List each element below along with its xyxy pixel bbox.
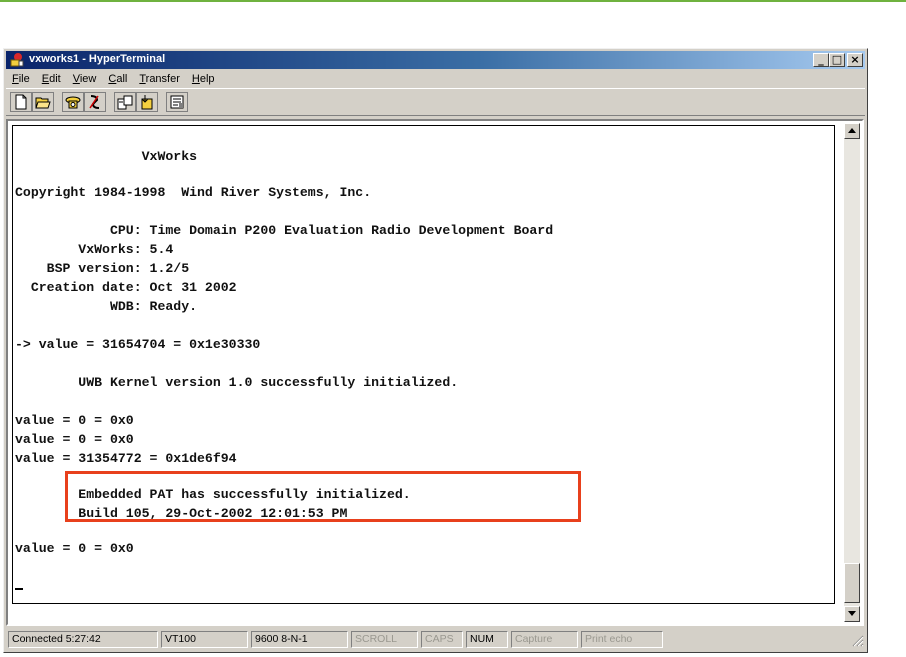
send-icon	[117, 95, 133, 110]
status-caps: CAPS	[421, 631, 463, 648]
terminal-line: -> value = 31654704 = 0x1e30330	[15, 337, 261, 352]
scroll-thumb[interactable]	[844, 563, 860, 603]
resize-grip-icon[interactable]	[852, 635, 864, 647]
menu-transfer[interactable]: Transfer	[133, 73, 186, 85]
close-button[interactable]: ×	[847, 53, 863, 67]
terminal-line: VxWorks: 5.4	[15, 242, 174, 257]
hyperterminal-app-icon	[9, 52, 25, 68]
status-bar: Connected 5:27:42 VT100 9600 8-N-1 SCROL…	[6, 629, 865, 648]
terminal-line: Creation date: Oct 31 2002	[15, 280, 237, 295]
disconnect-icon	[89, 95, 100, 109]
status-capture: Capture	[511, 631, 578, 648]
hyperterminal-window: vxworks1 - HyperTerminal _ □ × File Edit…	[3, 48, 868, 653]
window-title: vxworks1 - HyperTerminal	[29, 53, 166, 65]
status-print-echo: Print echo	[581, 631, 663, 648]
terminal-frame: VxWorks Copyright 1984-1998 Wind River S…	[6, 119, 864, 626]
maximize-button[interactable]: □	[829, 53, 845, 67]
menu-bar: File Edit View Call Transfer Help	[6, 70, 865, 87]
connect-icon	[65, 96, 81, 109]
menu-file[interactable]: File	[6, 73, 36, 85]
status-scroll: SCROLL	[351, 631, 418, 648]
properties-button[interactable]	[166, 92, 188, 112]
open-button[interactable]	[32, 92, 54, 112]
arrow-down-icon	[848, 611, 856, 616]
open-icon	[35, 97, 51, 109]
scroll-up-button[interactable]	[844, 123, 860, 139]
highlight-annotation-box	[65, 471, 581, 522]
scroll-down-button[interactable]	[844, 606, 860, 622]
top-rule	[0, 0, 906, 2]
terminal-line: CPU: Time Domain P200 Evaluation Radio D…	[15, 223, 554, 238]
menu-help[interactable]: Help	[186, 73, 221, 85]
menu-call[interactable]: Call	[102, 73, 133, 85]
new-connection-icon	[15, 94, 27, 110]
terminal-line: Copyright 1984-1998 Wind River Systems, …	[15, 185, 372, 200]
receive-button[interactable]	[136, 92, 158, 112]
terminal-line: value = 0 = 0x0	[15, 432, 134, 447]
status-num: NUM	[466, 631, 508, 648]
properties-icon	[170, 95, 184, 109]
status-port-settings: 9600 8-N-1	[251, 631, 348, 648]
menu-view[interactable]: View	[67, 73, 103, 85]
terminal-line: BSP version: 1.2/5	[15, 261, 190, 276]
receive-icon	[141, 95, 153, 110]
menu-edit[interactable]: Edit	[36, 73, 67, 85]
arrow-up-icon	[848, 128, 856, 133]
new-connection-button[interactable]	[10, 92, 32, 112]
window-controls: _ □ ×	[813, 53, 863, 67]
text-cursor	[15, 588, 23, 590]
send-button[interactable]	[114, 92, 136, 112]
connect-button[interactable]	[62, 92, 84, 112]
terminal-line: value = 31354772 = 0x1de6f94	[15, 451, 237, 466]
terminal-screen[interactable]: VxWorks Copyright 1984-1998 Wind River S…	[12, 125, 835, 604]
title-bar[interactable]: vxworks1 - HyperTerminal _ □ ×	[6, 51, 865, 69]
minimize-button[interactable]: _	[813, 53, 829, 67]
terminal-line: UWB Kernel version 1.0 successfully init…	[15, 375, 459, 390]
vertical-scrollbar[interactable]	[844, 123, 860, 622]
toolbar	[6, 88, 865, 116]
terminal-line: WDB: Ready.	[15, 299, 198, 314]
terminal-line: value = 0 = 0x0	[15, 413, 134, 428]
status-emulation: VT100	[161, 631, 248, 648]
terminal-line: VxWorks	[15, 149, 198, 164]
terminal-line: value = 0 = 0x0	[15, 541, 134, 556]
status-connected-time: Connected 5:27:42	[8, 631, 158, 648]
disconnect-button[interactable]	[84, 92, 106, 112]
